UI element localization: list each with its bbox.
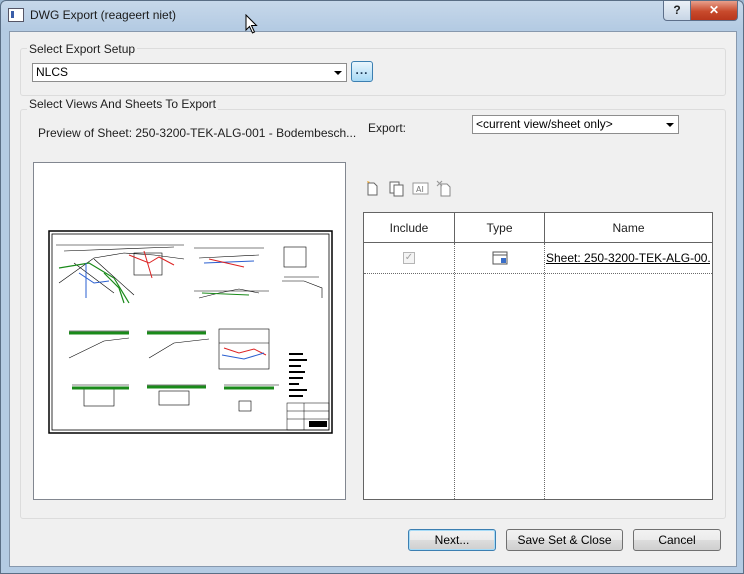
app-icon bbox=[8, 8, 24, 22]
chevron-down-icon bbox=[666, 123, 674, 127]
header-type[interactable]: Type bbox=[455, 213, 545, 243]
dwg-export-window: DWG Export (reageert niet) ? ✕ Select Ex… bbox=[0, 0, 744, 574]
mouse-cursor-icon bbox=[245, 14, 258, 34]
header-include[interactable]: Include bbox=[364, 213, 455, 243]
column-divider bbox=[544, 243, 545, 499]
column-divider bbox=[454, 243, 455, 499]
cancel-button[interactable]: Cancel bbox=[633, 529, 721, 551]
export-scope-select[interactable]: <current view/sheet only> bbox=[472, 115, 679, 134]
sheet-thumbnail bbox=[48, 230, 333, 434]
next-button[interactable]: Next... bbox=[408, 529, 496, 551]
export-setup-label: Select Export Setup bbox=[27, 42, 138, 56]
header-name[interactable]: Name bbox=[545, 213, 712, 243]
include-checkbox[interactable]: ✓ bbox=[403, 252, 415, 264]
preview-label: Preview of Sheet: 250-3200-TEK-ALG-001 -… bbox=[38, 126, 357, 140]
export-setup-value: NLCS bbox=[36, 65, 69, 79]
sheet-icon bbox=[492, 251, 508, 265]
sheet-name-link[interactable]: Sheet: 250-3200-TEK-ALG-00... bbox=[546, 251, 710, 265]
sheet-preview bbox=[33, 162, 346, 500]
export-setup-select[interactable]: NLCS bbox=[32, 63, 347, 82]
chevron-down-icon bbox=[334, 71, 342, 75]
dialog-client: Select Export Setup NLCS ... Select View… bbox=[9, 31, 737, 567]
duplicate-set-icon[interactable] bbox=[388, 180, 405, 197]
rename-set-icon[interactable]: AI bbox=[412, 180, 429, 197]
title-bar[interactable]: DWG Export (reageert niet) ? ✕ bbox=[1, 1, 743, 31]
browse-setup-button[interactable]: ... bbox=[351, 61, 373, 82]
row-divider bbox=[364, 273, 712, 274]
save-set-close-button[interactable]: Save Set & Close bbox=[506, 529, 623, 551]
export-scope-value: <current view/sheet only> bbox=[476, 117, 613, 131]
new-set-icon[interactable] bbox=[364, 180, 381, 197]
svg-text:AI: AI bbox=[416, 185, 424, 194]
close-button[interactable]: ✕ bbox=[690, 1, 738, 21]
help-button[interactable]: ? bbox=[663, 1, 691, 21]
sheets-table: Include Type Name ✓ Sheet: 250-3200-TEK-… bbox=[363, 212, 713, 500]
window-title: DWG Export (reageert niet) bbox=[30, 8, 177, 22]
views-sheets-label: Select Views And Sheets To Export bbox=[27, 97, 219, 111]
delete-set-icon[interactable] bbox=[436, 180, 453, 197]
export-label: Export: bbox=[368, 121, 407, 135]
